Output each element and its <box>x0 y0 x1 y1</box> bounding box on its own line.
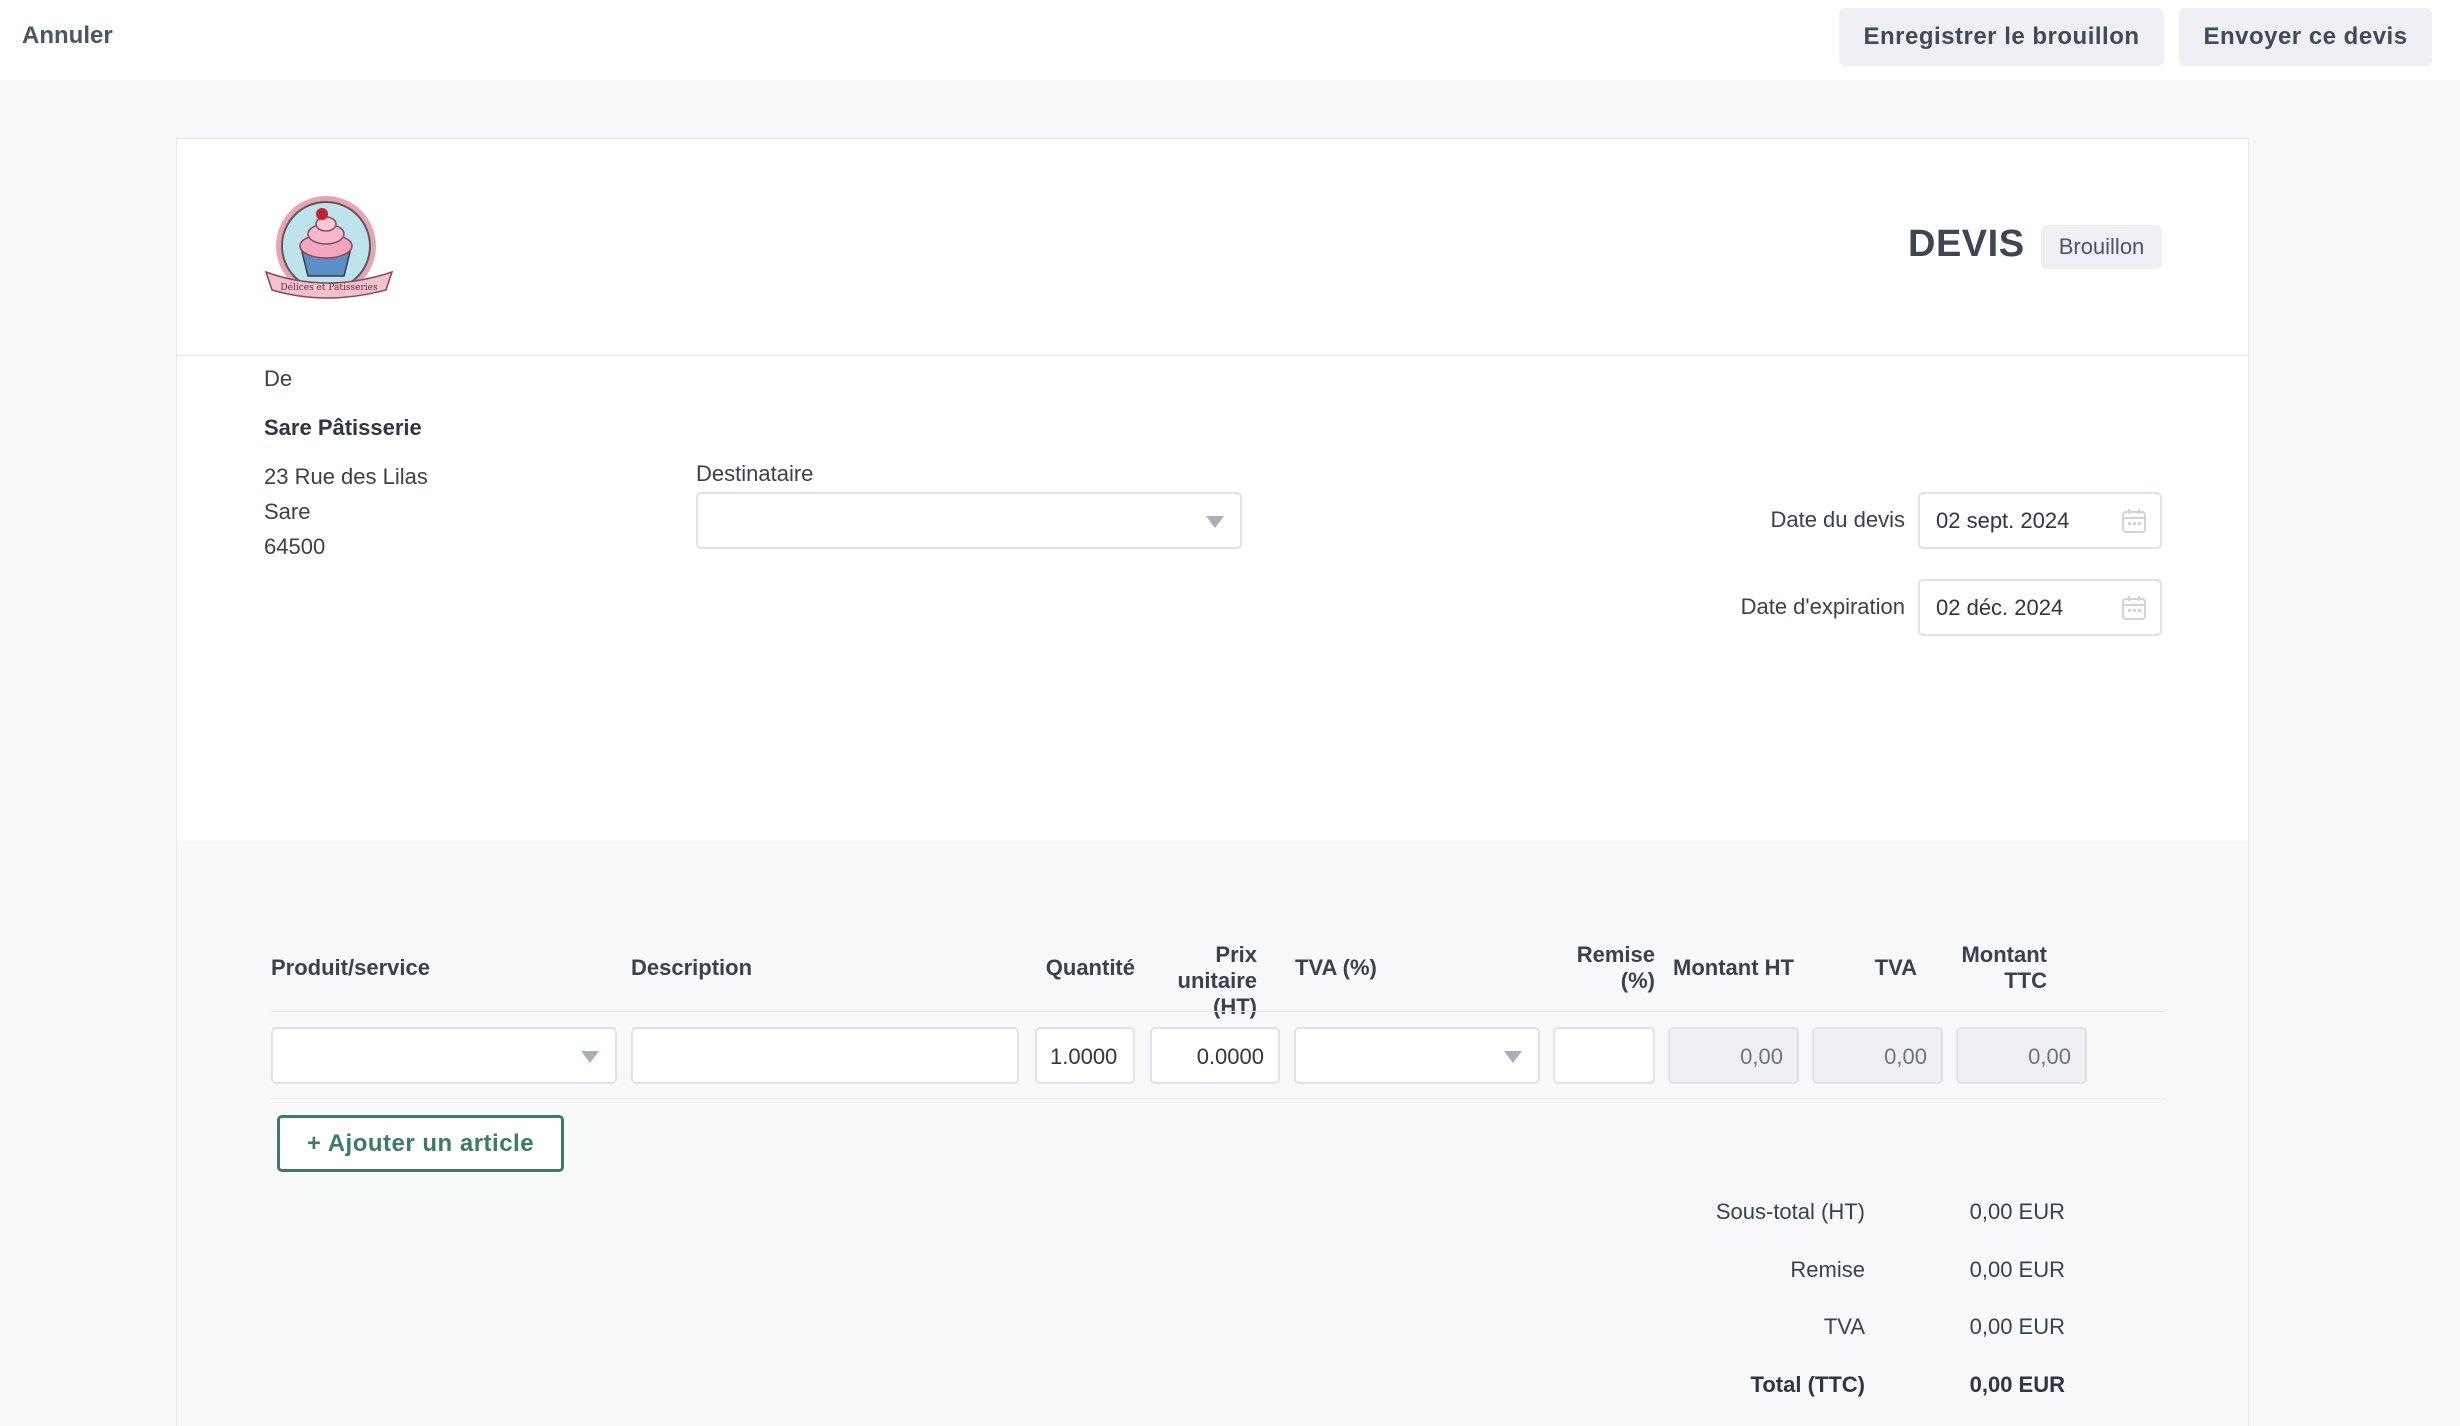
unit-price-value: 0.0000 <box>1196 1044 1264 1069</box>
save-draft-button[interactable]: Enregistrer le brouillon <box>1839 8 2164 66</box>
chevron-down-icon <box>1206 516 1224 528</box>
cancel-link[interactable]: Annuler <box>22 22 113 50</box>
calendar-icon[interactable] <box>2120 507 2148 535</box>
vat-total-value: 0,00 EUR <box>1969 1314 2065 1339</box>
sender-name: Sare Pâtisserie <box>264 415 422 440</box>
expiry-date-input[interactable]: 02 déc. 2024 <box>1918 579 2162 636</box>
calendar-icon[interactable] <box>2120 594 2148 622</box>
product-select[interactable] <box>271 1027 617 1084</box>
sender-address: 23 Rue des Lilas <box>264 464 428 489</box>
quantity-input[interactable]: 1.0000 <box>1035 1027 1135 1084</box>
col-discount-line1: Remise <box>1576 942 1655 967</box>
chevron-down-icon <box>1504 1051 1522 1063</box>
col-vat: TVA <box>1874 955 1917 980</box>
quote-date-input[interactable]: 02 sept. 2024 <box>1918 492 2162 549</box>
quote-date-value: 02 sept. 2024 <box>1936 508 2070 533</box>
sender-postcode: 64500 <box>264 534 326 559</box>
col-unit-price-line1: Prix unitaire <box>1177 942 1257 993</box>
col-product: Produit/service <box>271 955 430 980</box>
amount-ht-field: 0,00 <box>1668 1027 1799 1084</box>
vat-amount-field: 0,00 <box>1812 1027 1943 1084</box>
col-discount-line2: (%) <box>1620 968 1655 993</box>
expiry-date-value: 02 déc. 2024 <box>1936 595 2064 620</box>
col-unit-price-line2: (HT) <box>1213 994 1257 1019</box>
col-amount-ttc: Montant TTC <box>1937 942 2047 994</box>
col-amount-ttc-line1: Montant <box>1961 942 2047 967</box>
amount-ttc-field: 0,00 <box>1956 1027 2087 1084</box>
row-divider <box>271 1011 2165 1012</box>
quote-header: Délices et Pâtisseries DEVIS Brouillon <box>177 139 2248 356</box>
vat-amount-value: 0,00 <box>1884 1044 1927 1069</box>
quantity-value: 1.0000 <box>1050 1044 1118 1069</box>
top-bar: Annuler Enregistrer le brouillon Envoyer… <box>0 0 2460 80</box>
quote-sheet: Délices et Pâtisseries DEVIS Brouillon D… <box>176 138 2249 1426</box>
from-label: De <box>264 366 293 391</box>
subtotal-label: Sous-total (HT) <box>1715 1199 1865 1224</box>
amount-ttc-value: 0,00 <box>2028 1044 2071 1069</box>
status-badge: Brouillon <box>2041 225 2162 269</box>
vat-rate-select[interactable] <box>1294 1027 1540 1084</box>
chevron-down-icon <box>581 1051 599 1063</box>
amount-ht-value: 0,00 <box>1740 1044 1783 1069</box>
col-description: Description <box>631 955 753 980</box>
grand-total-value: 0,00 EUR <box>1969 1372 2065 1397</box>
grand-total-label: Total (TTC) <box>1750 1372 1865 1397</box>
col-unit-price: Prix unitaire (HT) <box>1137 942 1257 1020</box>
col-quantity: Quantité <box>1045 955 1135 980</box>
col-discount: Remise (%) <box>1545 942 1655 994</box>
col-amount-ttc-line2: TTC <box>2004 968 2047 993</box>
unit-price-input[interactable]: 0.0000 <box>1150 1027 1280 1084</box>
company-logo: Délices et Pâtisseries <box>264 196 394 299</box>
discount-input[interactable] <box>1553 1027 1655 1084</box>
description-input[interactable] <box>631 1027 1019 1084</box>
quote-date-label: Date du devis <box>1770 507 1905 532</box>
vat-total-label: TVA <box>1823 1314 1865 1339</box>
recipient-select[interactable] <box>696 492 1242 549</box>
logo-text: Délices et Pâtisseries <box>280 282 378 293</box>
row-divider <box>271 1098 2165 1099</box>
sender-city: Sare <box>264 499 311 524</box>
send-quote-button[interactable]: Envoyer ce devis <box>2179 8 2432 66</box>
discount-total-label: Remise <box>1790 1257 1865 1282</box>
document-title: DEVIS <box>1908 223 2025 265</box>
add-item-button[interactable]: + Ajouter un article <box>277 1115 564 1172</box>
subtotal-value: 0,00 EUR <box>1969 1199 2065 1224</box>
col-vat-pct: TVA (%) <box>1295 955 1377 980</box>
expiry-date-label: Date d'expiration <box>1740 594 1905 619</box>
recipient-label: Destinataire <box>696 461 814 486</box>
discount-total-value: 0,00 EUR <box>1969 1257 2065 1282</box>
col-amount-ht: Montant HT <box>1673 955 1794 980</box>
